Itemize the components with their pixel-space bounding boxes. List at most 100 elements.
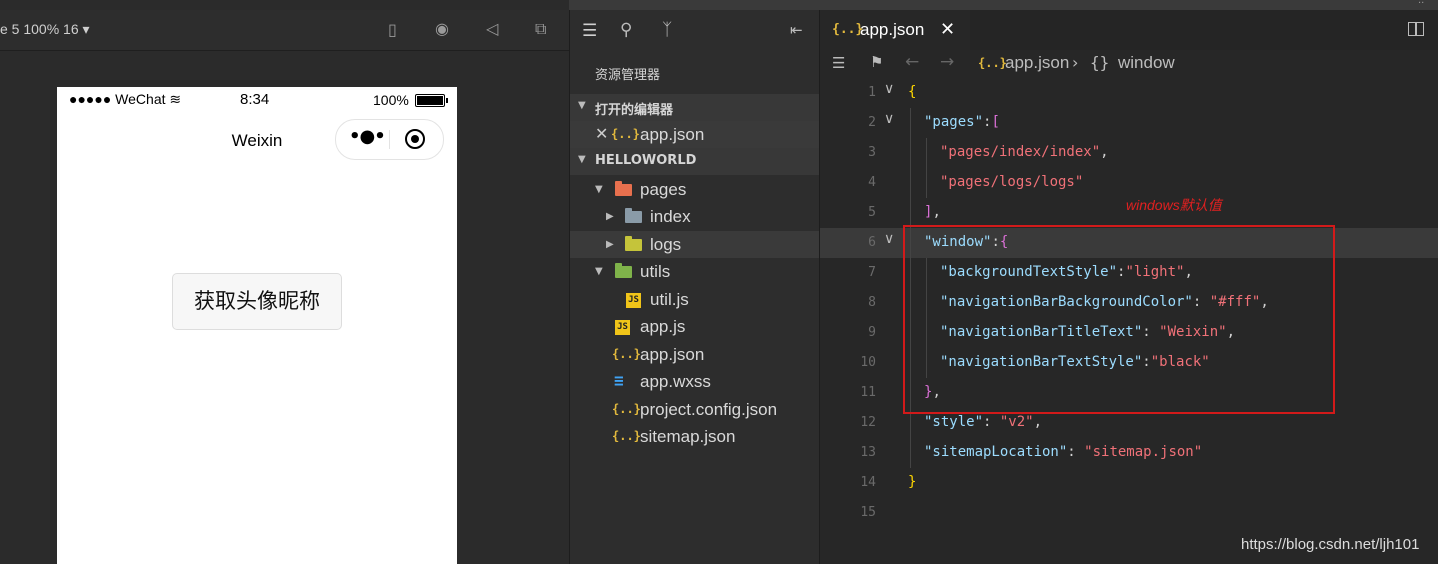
- line-number: 14: [860, 475, 876, 490]
- tree-item-label: index: [650, 207, 691, 226]
- tree-item-pages[interactable]: ▼ pages: [570, 176, 819, 203]
- list-icon[interactable]: ☰: [582, 21, 597, 41]
- breadcrumb-node[interactable]: window: [1118, 53, 1175, 73]
- breadcrumb: ☰ ⚑ ← → {..} app.json › {} window: [820, 50, 1438, 78]
- breadcrumb-file[interactable]: app.json: [1005, 53, 1069, 73]
- wifi-icon: ≋: [169, 91, 182, 107]
- close-icon[interactable]: ✕: [595, 124, 608, 143]
- js-file-icon: JS: [626, 293, 641, 308]
- tree-item-label: pages: [640, 180, 687, 199]
- chevron-right-icon: ▶: [606, 211, 614, 222]
- code-text: "pages/index/index",: [940, 144, 1109, 160]
- tree-item-logs[interactable]: ▶ logs: [570, 231, 819, 258]
- capsule-menu[interactable]: •●•: [335, 119, 444, 160]
- code-line[interactable]: 1 ∨ {: [820, 78, 1438, 108]
- tree-item-label: app.json: [640, 345, 705, 364]
- project-label: HELLOWORLD: [595, 153, 697, 168]
- record-icon[interactable]: ◉: [435, 19, 449, 38]
- code-text: "pages/logs/logs": [940, 174, 1083, 190]
- folder-icon: [625, 208, 642, 223]
- more-icon[interactable]: •●•: [349, 126, 386, 147]
- watermark: https://blog.csdn.net/ljh101: [1241, 536, 1420, 553]
- code-line[interactable]: 15: [820, 498, 1438, 528]
- battery-icon: [415, 94, 448, 107]
- fold-chevron-icon[interactable]: ∨: [884, 81, 894, 97]
- folder-icon: [615, 181, 632, 196]
- project-header[interactable]: ▼ HELLOWORLD: [570, 148, 819, 175]
- bookmark-icon[interactable]: ⚑: [870, 53, 883, 71]
- get-avatar-nickname-button[interactable]: 获取头像昵称: [172, 273, 342, 330]
- phone-screen: ●●●●● WeChat ≋ 8:34 100% Weixin •●• 获取头像…: [57, 87, 457, 564]
- phone-icon[interactable]: ▯: [388, 20, 397, 39]
- code-line[interactable]: 2 ∨ "pages":[: [820, 108, 1438, 138]
- code-token: ,: [1033, 414, 1043, 430]
- volume-icon[interactable]: ◁: [486, 19, 498, 38]
- code-token: ,: [1100, 144, 1109, 160]
- tab-label: app.json: [860, 20, 925, 39]
- code-line[interactable]: 13 "sitemapLocation": "sitemap.json": [820, 438, 1438, 468]
- window-icon[interactable]: ⧉: [535, 19, 546, 39]
- open-editor-item[interactable]: ✕ {..} app.json: [570, 121, 819, 148]
- annotation-box: [903, 225, 1335, 414]
- tree-item-sitemap[interactable]: {..} sitemap.json: [570, 423, 819, 450]
- tree-item-label: project.config.json: [640, 400, 778, 419]
- object-icon: {}: [1090, 53, 1110, 72]
- folder-icon: [615, 263, 632, 278]
- tree-item-label: util.js: [650, 290, 689, 309]
- tree-item-utils[interactable]: ▼ utils: [570, 258, 819, 285]
- code-token: "pages/index/index": [940, 144, 1101, 160]
- tree-item-app-wxss[interactable]: ≡ app.wxss: [570, 368, 819, 395]
- line-number: 9: [868, 325, 876, 340]
- fold-chevron-icon[interactable]: ∨: [884, 231, 894, 247]
- code-token: "pages/logs/logs": [940, 174, 1084, 190]
- status-time: 8:34: [240, 91, 270, 108]
- json-file-icon: {..}: [611, 127, 640, 141]
- tree-item-app-json[interactable]: {..} app.json: [570, 341, 819, 368]
- close-mini-program-icon[interactable]: [405, 129, 425, 149]
- code-text: "style": "v2",: [924, 414, 1042, 430]
- js-file-icon: JS: [615, 320, 630, 335]
- json-file-icon: {..}: [612, 347, 641, 361]
- source-control-icon[interactable]: ᛉ: [662, 20, 672, 40]
- indent-guide: [926, 138, 927, 198]
- code-token: :: [983, 414, 1000, 430]
- css-file-icon: ≡: [614, 371, 624, 390]
- code-token: ,: [932, 204, 941, 220]
- capsule-separator: [389, 130, 390, 149]
- tree-item-index[interactable]: ▶ index: [570, 203, 819, 230]
- code-line[interactable]: 14}: [820, 468, 1438, 498]
- search-icon[interactable]: ⚲: [620, 20, 632, 40]
- code-text: ],: [924, 204, 941, 220]
- split-editor-icon[interactable]: [1408, 22, 1424, 36]
- fold-chevron-icon[interactable]: ∨: [884, 111, 894, 127]
- forward-arrow-icon[interactable]: →: [940, 52, 954, 72]
- tree-item-project-config[interactable]: {..} project.config.json: [570, 396, 819, 423]
- code-token: "sitemapLocation": [924, 444, 1068, 460]
- code-line[interactable]: 3 "pages/index/index",: [820, 138, 1438, 168]
- tree-item-util-js[interactable]: JS util.js: [570, 286, 819, 313]
- device-selector[interactable]: e 5 100% 16 ▾: [0, 21, 90, 38]
- line-number: 11: [860, 385, 876, 400]
- tree-item-label: sitemap.json: [640, 427, 736, 446]
- json-file-icon: {..}: [612, 402, 641, 416]
- chevron-down-icon: ▼: [578, 100, 586, 111]
- tree-item-label: app.js: [640, 317, 686, 336]
- open-editors-label: 打开的编辑器: [595, 103, 674, 118]
- tree-item-app-js[interactable]: JS app.js: [570, 313, 819, 340]
- json-file-icon: {..}: [832, 22, 864, 37]
- line-number: 4: [868, 175, 876, 190]
- open-editors-header[interactable]: ▼ 打开的编辑器: [570, 94, 819, 121]
- close-icon[interactable]: ✕: [940, 19, 955, 40]
- line-number: 12: [860, 415, 876, 430]
- outline-icon[interactable]: ☰: [832, 54, 845, 72]
- code-line[interactable]: 4 "pages/logs/logs": [820, 168, 1438, 198]
- tree-item-label: app.wxss: [640, 372, 711, 391]
- collapse-panel-icon[interactable]: ⇤: [790, 21, 803, 39]
- status-battery-text: 100%: [373, 92, 409, 108]
- chevron-down-icon: ▼: [595, 266, 603, 277]
- annotation-label: windows默认值: [1126, 197, 1222, 213]
- tab-app-json[interactable]: {..} app.json ✕: [820, 10, 970, 50]
- back-arrow-icon[interactable]: ←: [905, 52, 919, 72]
- code-text: }: [908, 474, 916, 490]
- line-number: 3: [868, 145, 876, 160]
